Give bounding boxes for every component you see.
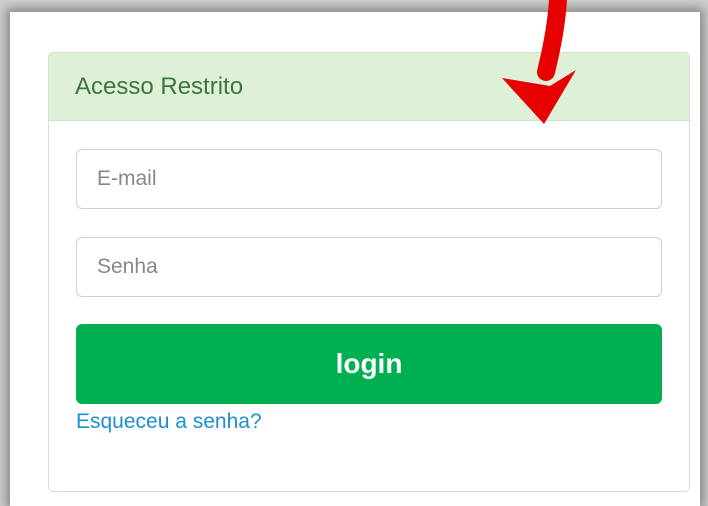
arrow-down-icon: [502, 0, 576, 124]
login-button[interactable]: login: [76, 324, 662, 404]
panel-title: Acesso Restrito: [75, 72, 244, 100]
email-field[interactable]: [76, 149, 662, 209]
password-field[interactable]: [76, 237, 662, 297]
forgot-password-link[interactable]: Esqueceu a senha?: [76, 410, 262, 434]
